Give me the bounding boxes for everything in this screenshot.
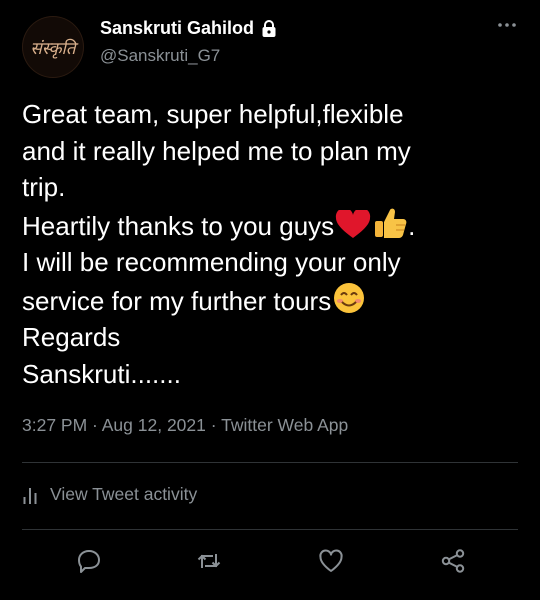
tweet-line: and it really helped me to plan my bbox=[22, 135, 411, 166]
avatar[interactable]: संस्कृति bbox=[22, 16, 84, 78]
like-icon[interactable] bbox=[318, 548, 344, 574]
author-display-name[interactable]: Sanskruti Gahilod bbox=[100, 18, 254, 39]
author-name-row[interactable]: Sanskruti Gahilod bbox=[100, 18, 278, 39]
tweet-line-end: . bbox=[408, 210, 416, 241]
divider bbox=[22, 462, 518, 463]
tweet-line: Heartily thanks to you guys . bbox=[22, 206, 522, 245]
tweet-line-text: service for my further tours bbox=[22, 285, 332, 316]
heart-emoji bbox=[336, 209, 371, 238]
tweet-line-text: Heartily thanks to you guys bbox=[22, 210, 335, 241]
activity-label: View Tweet activity bbox=[50, 484, 198, 504]
smiling-emoji bbox=[334, 282, 365, 313]
retweet-icon[interactable] bbox=[196, 548, 222, 574]
thumbs-up-emoji bbox=[375, 208, 407, 238]
more-icon[interactable] bbox=[496, 20, 518, 30]
tweet-line: trip. bbox=[22, 172, 66, 202]
tweet-text: Great team, super helpful,flexible and i… bbox=[22, 96, 522, 392]
tweet-line: Sanskruti....... bbox=[22, 358, 181, 389]
view-tweet-activity-link[interactable]: View Tweet activity bbox=[22, 484, 197, 505]
divider bbox=[22, 529, 518, 530]
lock-icon bbox=[262, 19, 276, 37]
share-icon[interactable] bbox=[440, 548, 466, 574]
tweet-timestamp[interactable]: 3:27 PM · Aug 12, 2021 · Twitter Web App bbox=[22, 415, 348, 436]
bar-chart-icon bbox=[23, 487, 37, 504]
tweet-actions-bar bbox=[0, 545, 540, 579]
author-handle[interactable]: @Sanskruti_G7 bbox=[100, 46, 220, 66]
avatar-logo-text: संस्कृति bbox=[30, 38, 76, 59]
tweet-line: Regards bbox=[22, 322, 121, 352]
reply-icon[interactable] bbox=[76, 548, 102, 574]
tweet-line: service for my further tours bbox=[22, 281, 522, 320]
tweet-line: Great team, super helpful,flexible bbox=[22, 99, 404, 129]
tweet-line: I will be recommending your only bbox=[22, 247, 401, 277]
